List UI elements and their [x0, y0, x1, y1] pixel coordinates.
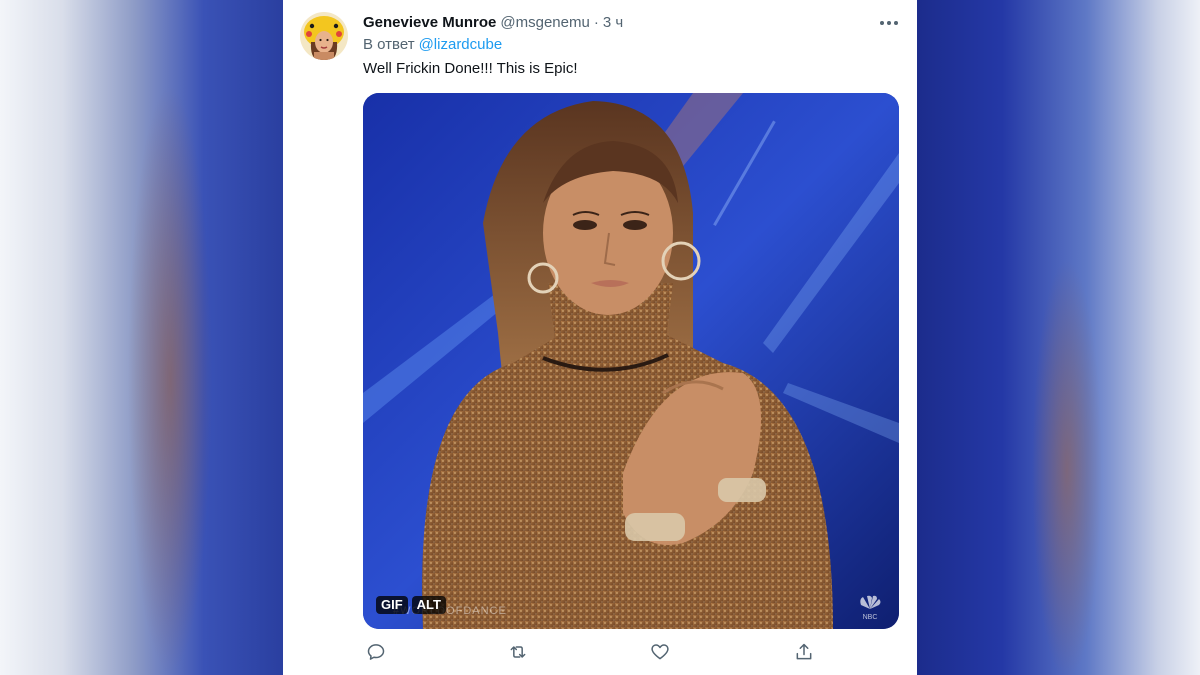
nbc-logo-text: NBC [863, 614, 878, 621]
background-blur-left [0, 0, 283, 675]
background-blur-right [917, 0, 1200, 675]
gif-media[interactable]: #WORLDOFDANCE GIF ALT NBC [363, 93, 899, 629]
retweet-icon [507, 642, 529, 667]
reply-context: В ответ @lizardcube [363, 36, 502, 53]
more-horizontal-icon [879, 13, 899, 31]
reply-icon [366, 642, 386, 667]
reply-to-link[interactable]: @lizardcube [419, 36, 503, 53]
tweet-card[interactable]: Genevieve Munroe @msgenemu · 3 ч В ответ… [283, 0, 917, 675]
avatar[interactable] [300, 12, 348, 60]
like-icon [650, 642, 670, 667]
tweet-header: Genevieve Munroe @msgenemu · 3 ч [363, 12, 623, 32]
more-options-button[interactable] [875, 10, 903, 34]
tweet-text: Well Frickin Done!!! This is Epic! [363, 60, 578, 77]
reply-prefix: В ответ [363, 36, 415, 53]
separator-dot: · [593, 13, 599, 31]
media-badges: GIF ALT [376, 596, 446, 614]
tweet-actions [363, 641, 813, 667]
nbc-logo: NBC [855, 595, 885, 621]
tweet-timestamp[interactable]: 3 ч [603, 14, 623, 31]
gif-badge: GIF [376, 596, 408, 614]
gif-frame-illustration [363, 93, 899, 629]
retweet-button[interactable] [505, 641, 531, 667]
alt-text-badge[interactable]: ALT [411, 596, 446, 614]
like-button[interactable] [647, 641, 673, 667]
share-button[interactable] [791, 641, 817, 667]
share-icon [794, 642, 814, 667]
author-name[interactable]: Genevieve Munroe [363, 14, 496, 31]
author-handle[interactable]: @msgenemu [500, 14, 589, 31]
reply-button[interactable] [363, 641, 389, 667]
